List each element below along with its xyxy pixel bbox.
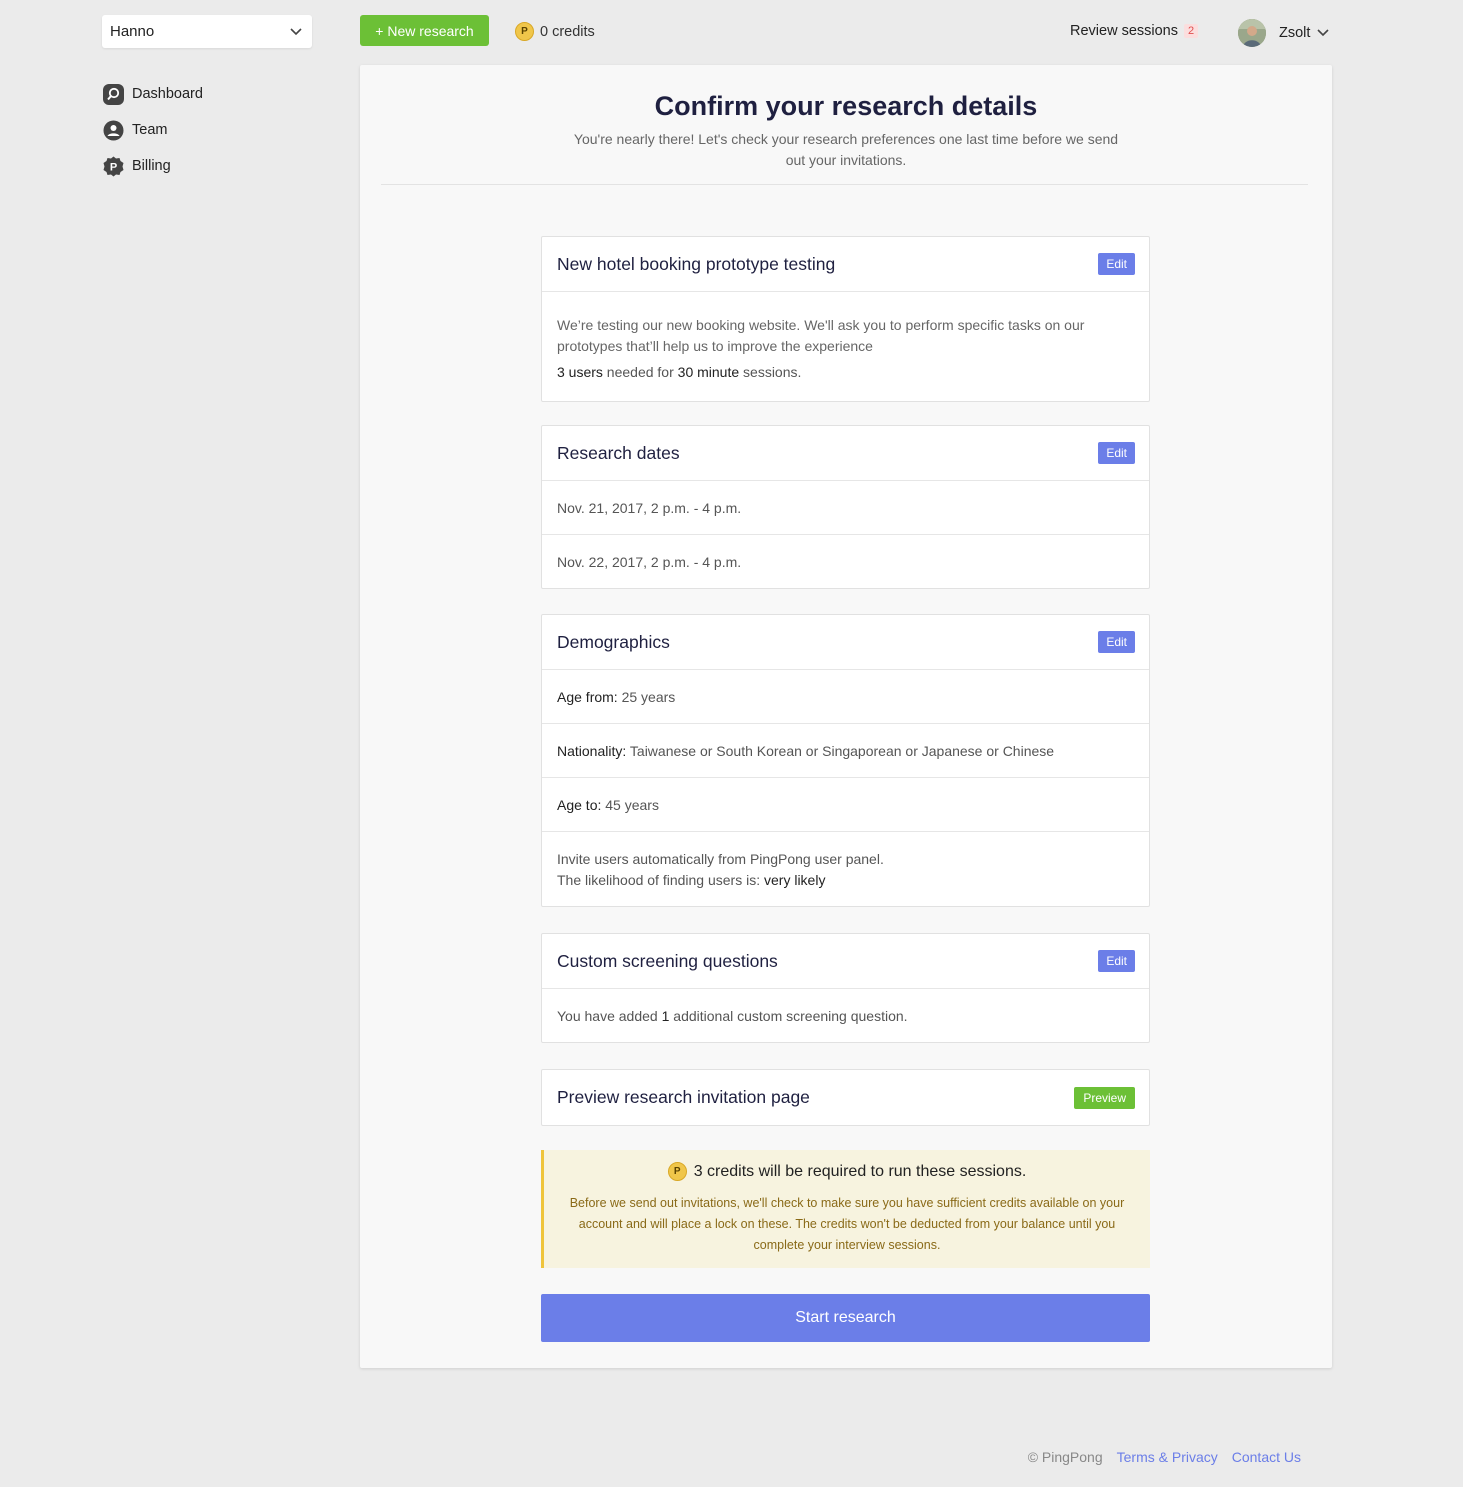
research-meta: 3 users needed for 30 minute sessions. <box>557 364 802 380</box>
coin-icon: P <box>515 22 534 41</box>
age-to-row: Age to: 45 years <box>542 778 1149 832</box>
preview-title: Preview research invitation page <box>557 1087 810 1107</box>
page-title: Confirm your research details <box>654 91 1038 121</box>
sidebar-item-label: Team <box>132 122 168 138</box>
invite-row: Invite users automatically from PingPong… <box>542 832 1149 906</box>
invite-line: Invite users automatically from PingPong… <box>557 851 884 867</box>
credits-label: 0 credits <box>540 23 595 40</box>
date-row: Nov. 21, 2017, 2 p.m. - 4 p.m. <box>542 481 1149 535</box>
preview-button[interactable]: Preview <box>1074 1086 1135 1109</box>
search-icon <box>102 83 124 105</box>
user-menu[interactable]: Zsolt <box>1238 19 1330 47</box>
research-dates-card: Research dates Edit Nov. 21, 2017, 2 p.m… <box>541 425 1150 589</box>
new-research-button[interactable]: + New research <box>360 15 489 46</box>
research-dates-title: Research dates <box>557 442 680 463</box>
start-research-button[interactable]: Start research <box>541 1294 1150 1342</box>
age-from-row: Age from: 25 years <box>542 670 1149 724</box>
sidebar-item-billing[interactable]: P Billing <box>102 148 203 184</box>
edit-screening-button[interactable]: Edit <box>1098 950 1135 972</box>
chevron-down-icon <box>1316 26 1330 40</box>
footer: © PingPong Terms & Privacy Contact Us <box>1028 1449 1301 1465</box>
org-name: Hanno <box>110 23 155 40</box>
edit-dates-button[interactable]: Edit <box>1098 442 1135 464</box>
sidebar-item-dashboard[interactable]: Dashboard <box>102 76 203 112</box>
preview-invitation-card: Preview research invitation page Preview <box>541 1069 1150 1126</box>
review-sessions-link[interactable]: Review sessions 2 <box>1070 23 1199 39</box>
chevron-down-icon <box>289 25 303 39</box>
credits-notice-body: Before we send out invitations, we'll ch… <box>569 1196 1125 1252</box>
billing-badge-icon: P <box>102 155 124 177</box>
review-count-badge: 2 <box>1184 24 1199 38</box>
page-subtitle: You're nearly there! Let's check your re… <box>573 131 1119 168</box>
terms-link[interactable]: Terms & Privacy <box>1117 1449 1218 1465</box>
svg-text:P: P <box>109 161 116 173</box>
sidebar-item-label: Dashboard <box>132 86 203 102</box>
screening-title: Custom screening questions <box>557 950 778 971</box>
contact-link[interactable]: Contact Us <box>1232 1449 1301 1465</box>
nationality-row: Nationality: Taiwanese or South Korean o… <box>542 724 1149 778</box>
sidebar-item-team[interactable]: Team <box>102 112 203 148</box>
edit-demographics-button[interactable]: Edit <box>1098 631 1135 653</box>
divider <box>381 184 1308 185</box>
credits-balance[interactable]: P 0 credits <box>515 22 595 41</box>
sidebar-nav: Dashboard Team P Billing <box>102 76 203 184</box>
demographics-title: Demographics <box>557 631 670 652</box>
org-selector[interactable]: Hanno <box>102 15 312 48</box>
main-panel: Confirm your research details You're nea… <box>360 65 1332 1368</box>
credits-notice: P 3 credits will be required to run thes… <box>541 1150 1150 1268</box>
research-title: New hotel booking prototype testing <box>557 253 836 274</box>
research-description: We’re testing our new booking website. W… <box>557 317 1085 354</box>
review-sessions-label: Review sessions <box>1070 23 1178 39</box>
user-name: Zsolt <box>1279 25 1311 41</box>
credits-notice-title: P 3 credits will be required to run thes… <box>544 1162 1150 1181</box>
likelihood-line: The likelihood of finding users is: very… <box>557 872 826 888</box>
user-circle-icon <box>102 119 124 141</box>
screening-questions-card: Custom screening questions Edit You have… <box>541 933 1150 1043</box>
date-row: Nov. 22, 2017, 2 p.m. - 4 p.m. <box>557 553 742 570</box>
copyright: © PingPong <box>1027 1449 1103 1465</box>
edit-research-button[interactable]: Edit <box>1098 253 1135 275</box>
research-summary-card: New hotel booking prototype testing Edit… <box>541 236 1150 402</box>
coin-icon: P <box>667 1162 687 1181</box>
sidebar-item-label: Billing <box>132 158 171 174</box>
demographics-card: Demographics Edit Age from: 25 years Nat… <box>541 614 1150 907</box>
avatar <box>1238 19 1266 47</box>
screening-summary: You have added 1 additional custom scree… <box>557 1007 908 1024</box>
